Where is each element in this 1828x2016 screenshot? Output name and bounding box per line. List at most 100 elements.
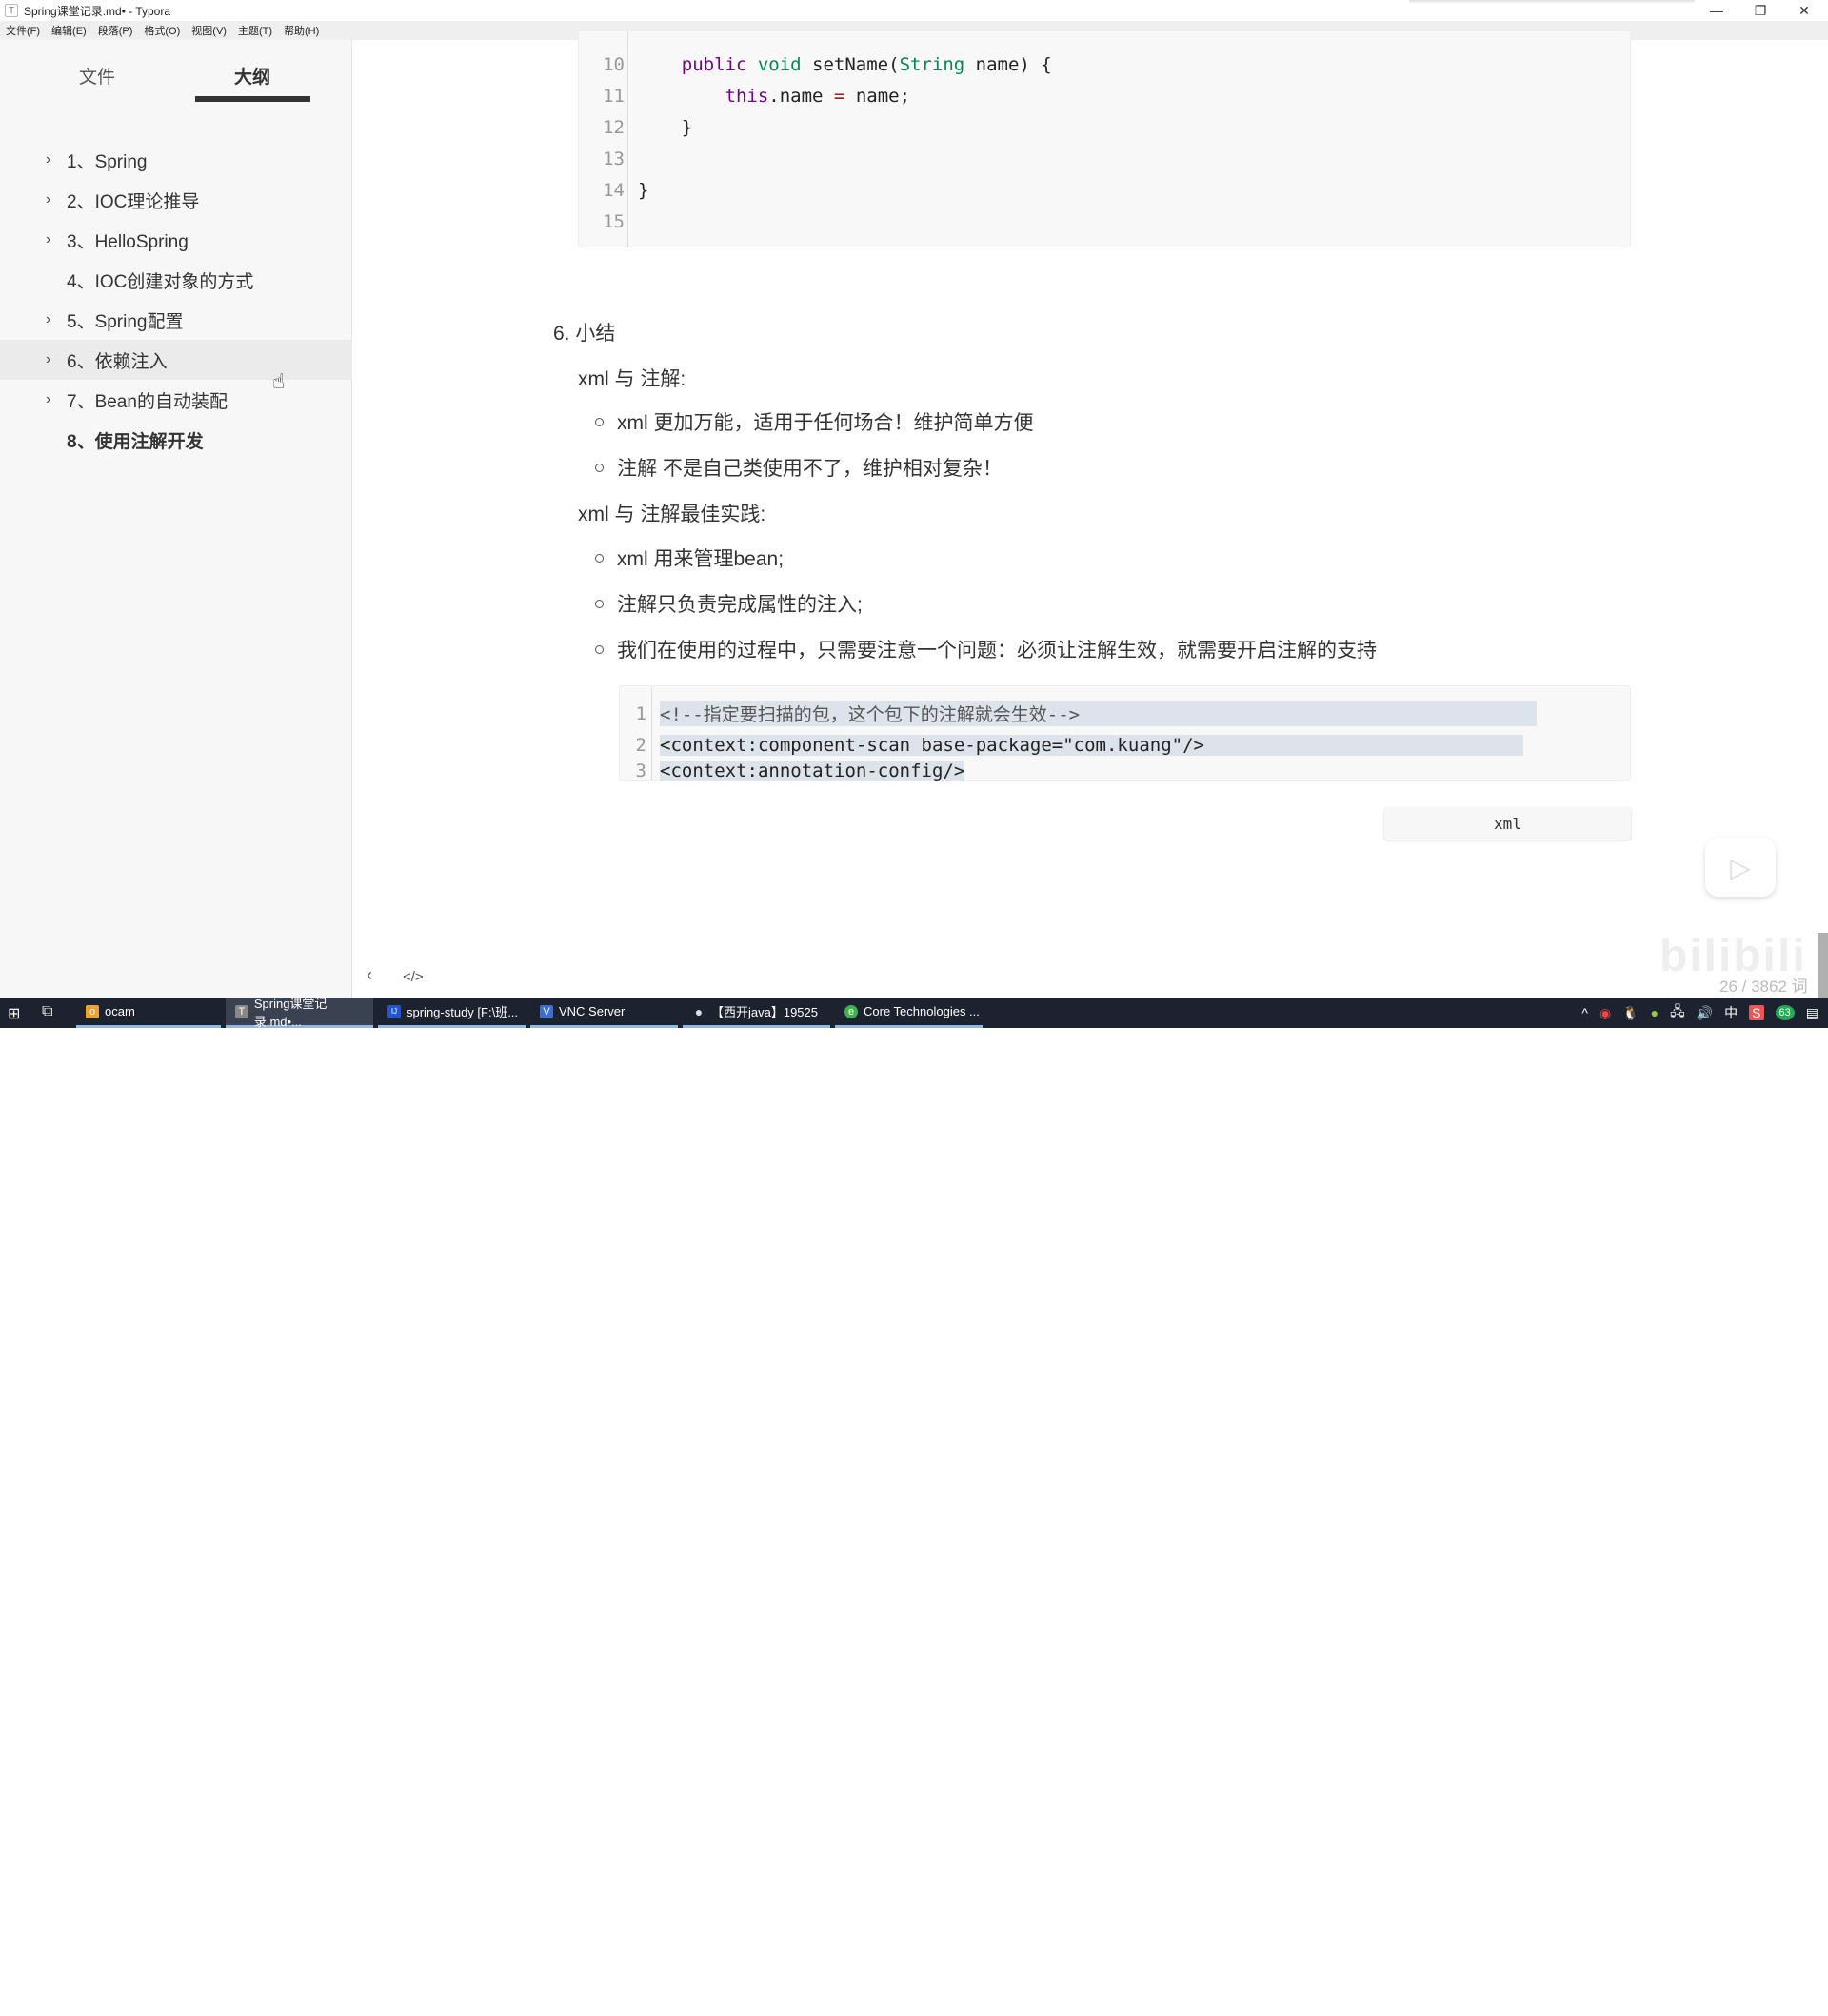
back-icon[interactable]: ‹ [367, 965, 372, 985]
active-tab-indicator [195, 96, 310, 102]
bullet-circle-icon [595, 644, 604, 654]
tray-expand-icon[interactable]: ^ [1581, 1005, 1588, 1020]
bullet-circle-icon [595, 553, 604, 563]
outline-item-spring-config[interactable]: › 5、Spring配置 [0, 300, 352, 340]
chevron-right-icon[interactable]: › [46, 151, 59, 168]
outline-item-label: 4、IOC创建对象的方式 [67, 271, 254, 292]
outline-item-ioc-create[interactable]: 4、IOC创建对象的方式 [0, 260, 352, 300]
taskbar-app-qq-group[interactable]: ● 【西开java】19525 [683, 998, 830, 1028]
outline-item-spring[interactable]: › 1、Spring [0, 140, 352, 180]
tab-files[interactable]: 文件 [79, 63, 115, 89]
code-line: 2 <context:component-scan base-package="… [620, 729, 1523, 761]
paragraph-best-practice: xml 与 注解最佳实践: [578, 504, 766, 525]
network-icon[interactable]: 🖧 [1670, 1001, 1685, 1024]
code-text: this.name = name; [725, 85, 911, 107]
windows-start-icon[interactable]: ⊞ [8, 1004, 25, 1022]
code-line: 12 } [579, 111, 692, 143]
battery-badge-icon[interactable]: 63 [1775, 1005, 1795, 1020]
taskbar-app-label: Spring课堂记录.md•... [253, 996, 328, 1029]
outline-item-label: 1、Spring [67, 151, 148, 172]
list-item: xml 更加万能，适用于任何场合！维护简单方便 [595, 407, 1034, 436]
record-icon[interactable]: ◉ [1600, 1005, 1611, 1021]
taskbar-app-label: VNC Server [559, 1004, 626, 1018]
line-number: 3 [635, 761, 646, 781]
outline-item-label: 8、使用注解开发 [67, 431, 204, 452]
list-item: 注解 不是自己类使用不了，维护相对复杂！ [595, 453, 1003, 482]
hand-cursor-icon: ☝ [272, 369, 286, 393]
minimize-button[interactable]: — [1695, 0, 1739, 21]
window-shadow [1409, 0, 1695, 4]
window-title: Spring课堂记录.md• - Typora [24, 4, 171, 18]
csdn-watermark: CSDN @Vogel im Käfig [1607, 1997, 1778, 2015]
menu-help[interactable]: 帮助(H) [284, 23, 319, 38]
code-line: 14} [579, 174, 648, 206]
list-item-text: xml 更加万能，适用于任何场合！维护简单方便 [617, 412, 1034, 434]
menu-format[interactable]: 格式(O) [144, 23, 180, 38]
chevron-right-icon[interactable]: › [46, 191, 59, 208]
tab-outline[interactable]: 大纲 [234, 63, 270, 89]
list-item: xml 用来管理bean; [595, 544, 784, 572]
list-item: 我们在使用的过程中，只需要注意一个问题：必须让注解生效，就需要开启注解的支持 [595, 635, 1377, 663]
outline-item-di[interactable]: › 6、依赖注入 [0, 340, 352, 380]
ime-icon[interactable]: 中 [1724, 1003, 1738, 1022]
qq-icon[interactable]: 🐧 [1622, 1005, 1639, 1021]
code-block-java[interactable]: 10 public void setName(String name) {11 … [578, 30, 1631, 247]
title-bar: T Spring课堂记录.md• - Typora — ❐ ✕ [0, 0, 1828, 21]
qq-avatar-icon: ● [694, 1003, 704, 1019]
taskbar-app-ocam[interactable]: o ocam [76, 998, 221, 1028]
task-view-icon[interactable]: ⧉ [42, 1003, 52, 1020]
editor-area[interactable]: 10 public void setName(String name) { 11 … [353, 30, 1828, 998]
app-tray-icon[interactable]: ● [1651, 1005, 1659, 1020]
typora-icon: T [235, 1004, 248, 1018]
list-item-text: 注解 不是自己类使用不了，维护相对复杂！ [617, 458, 1003, 480]
code-text: <context:component-scan base-package="co… [660, 734, 1523, 756]
menu-theme[interactable]: 主题(T) [238, 23, 272, 38]
close-button[interactable]: ✕ [1782, 0, 1826, 21]
taskbar-app-intellij[interactable]: IJ spring-study [F:\班... [378, 998, 526, 1028]
code-line: 15 [579, 206, 625, 237]
vertical-scrollbar[interactable] [1818, 933, 1828, 998]
code-line: 10 public void setName(String name) { [579, 49, 1052, 80]
list-item-text: 我们在使用的过程中，只需要注意一个问题：必须让注解生效，就需要开启注解的支持 [617, 640, 1377, 662]
list-item-text: 注解只负责完成属性的注入; [617, 594, 863, 616]
code-text: <!--指定要扫描的包，这个包下的注解就会生效--> [660, 701, 1538, 726]
taskbar-app-browser[interactable]: e Core Technologies ... [835, 998, 983, 1028]
taskbar-app-typora[interactable]: T Spring课堂记录.md•... [226, 997, 373, 1029]
source-code-mode-icon[interactable]: </> [403, 969, 424, 985]
ocam-icon: o [86, 1004, 99, 1018]
taskbar-app-label: ocam [105, 1004, 135, 1018]
chevron-right-icon[interactable]: › [46, 391, 59, 408]
code-text: } [681, 116, 693, 138]
outline-item-autowire[interactable]: › 7、Bean的自动装配 [0, 380, 352, 420]
outline-item-label: 5、Spring配置 [67, 311, 184, 332]
sogou-ime-icon[interactable]: S [1749, 1005, 1764, 1020]
notification-icon[interactable]: ▤ [1806, 1005, 1818, 1021]
word-count[interactable]: 26 / 3862 词 [1719, 973, 1808, 997]
bullet-circle-icon [595, 599, 604, 608]
chevron-right-icon[interactable]: › [46, 231, 59, 248]
code-language-input[interactable]: xml [1384, 807, 1631, 840]
outline-item-hellospring[interactable]: › 3、HelloSpring [0, 220, 352, 260]
line-number: 2 [635, 734, 646, 756]
outline-item-annotation-dev[interactable]: 8、使用注解开发 [0, 420, 352, 460]
line-number: 15 [603, 210, 625, 232]
line-number: 10 [603, 53, 625, 75]
menu-view[interactable]: 视图(V) [191, 23, 227, 38]
sidebar: 文件 大纲 › 1、Spring › 2、IOC理论推导 › 3、HelloSp… [0, 40, 352, 998]
line-number: 1 [635, 702, 646, 724]
taskbar-app-vnc[interactable]: V VNC Server [530, 998, 678, 1028]
menu-edit[interactable]: 编辑(E) [51, 23, 87, 38]
chevron-right-icon[interactable]: › [46, 311, 59, 328]
maximize-button[interactable]: ❐ [1739, 0, 1782, 21]
taskbar-app-label: 【西开java】19525 [711, 1005, 818, 1019]
chevron-right-icon[interactable]: › [46, 351, 59, 368]
paragraph-xml-vs-annotation: xml 与 注解: [578, 368, 686, 390]
outline-item-label: 2、IOC理论推导 [67, 191, 200, 212]
code-line: 3 <context:annotation-config/> [620, 761, 965, 781]
code-block-xml[interactable]: 1 <!--指定要扫描的包，这个包下的注解就会生效--> 2 <context:… [619, 685, 1631, 781]
menu-file[interactable]: 文件(F) [6, 23, 40, 38]
outline-item-ioc-theory[interactable]: › 2、IOC理论推导 [0, 180, 352, 220]
outline-item-label: 7、Bean的自动装配 [67, 391, 228, 412]
menu-paragraph[interactable]: 段落(P) [98, 23, 133, 38]
volume-icon[interactable]: 🔊 [1697, 1005, 1713, 1021]
